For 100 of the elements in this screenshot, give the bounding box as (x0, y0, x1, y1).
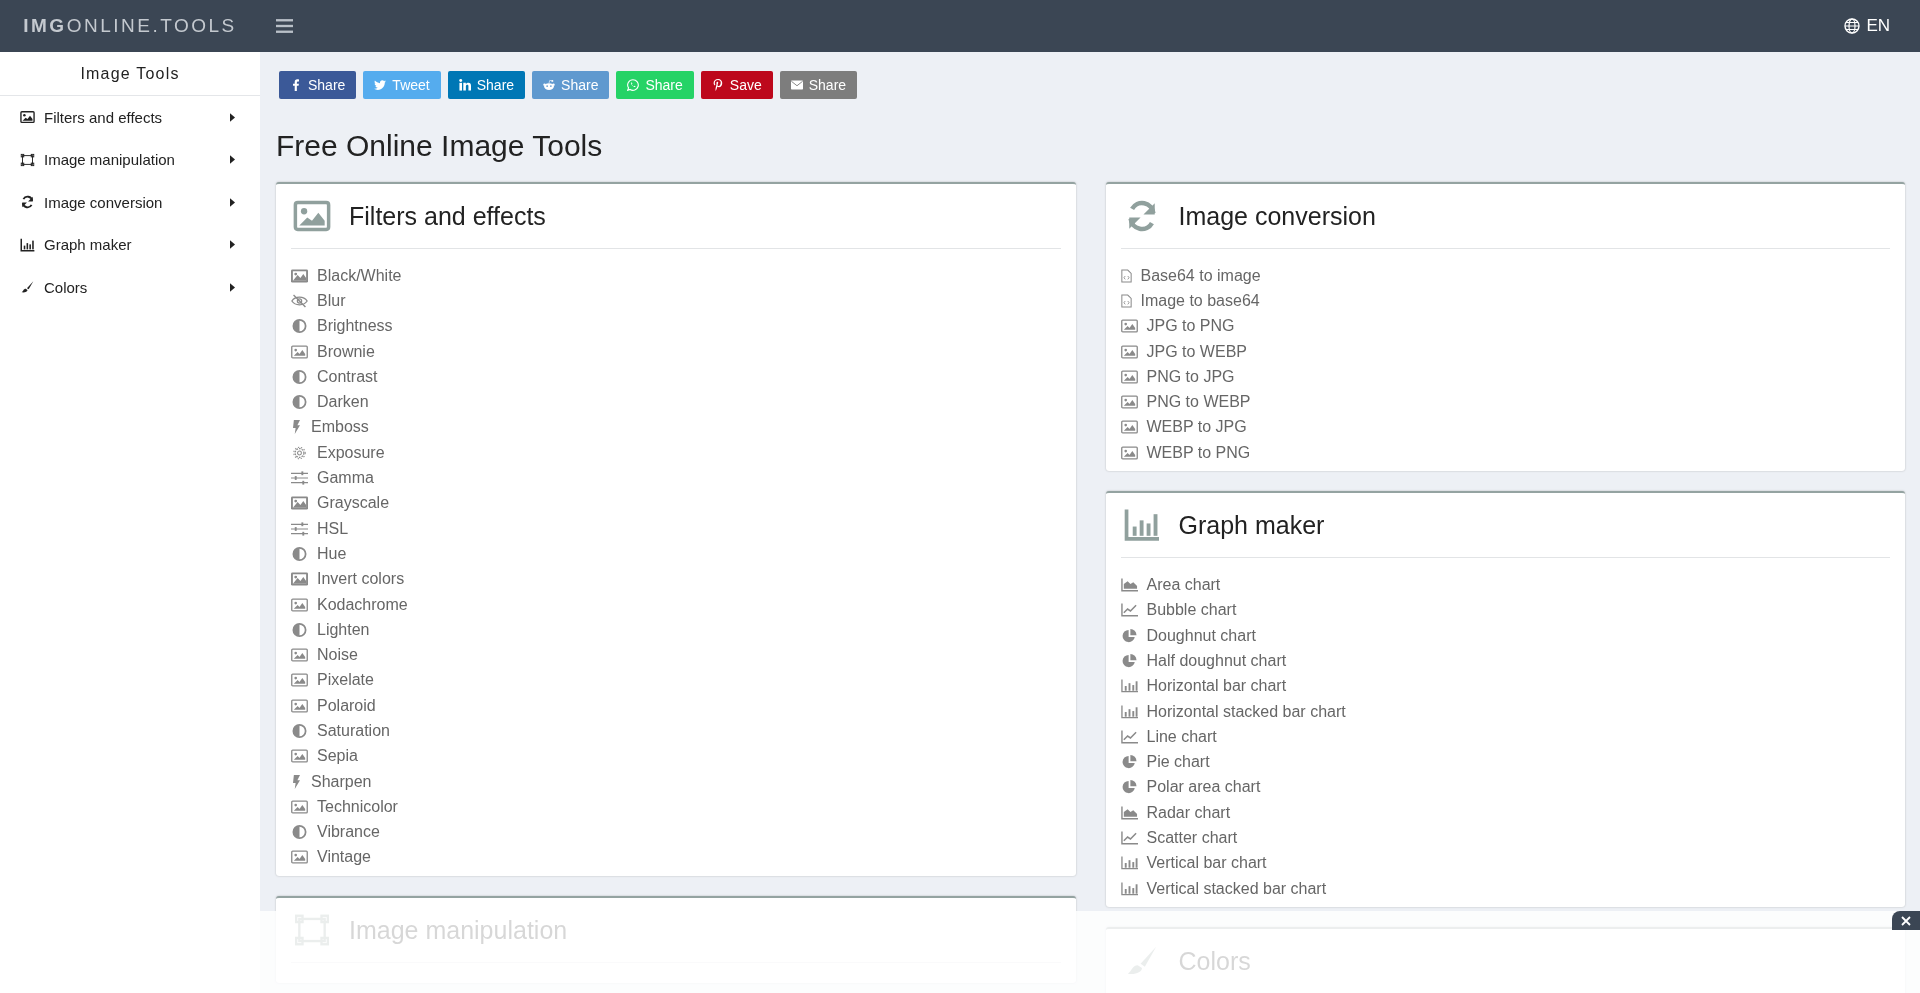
tool-link[interactable]: Brightness (291, 317, 393, 336)
contrast-icon (291, 369, 308, 384)
pie-chart-icon (1120, 628, 1138, 643)
tool-link[interactable]: Noise (291, 646, 358, 665)
tool-link[interactable]: PNG to WEBP (1120, 393, 1251, 412)
bar-chart-icon (1120, 856, 1138, 871)
share-button[interactable]: Save (700, 71, 773, 99)
bar-chart-icon (1120, 881, 1138, 896)
bolt-icon (291, 420, 302, 435)
bar-chart-icon (1120, 679, 1138, 694)
tool-link[interactable]: Exposure (291, 443, 385, 462)
tool-link[interactable]: Polaroid (291, 696, 376, 715)
image-icon (1120, 445, 1138, 460)
tool-link[interactable]: Invert colors (291, 570, 405, 589)
bolt-icon (291, 774, 302, 789)
line-chart-icon (1120, 831, 1138, 845)
tool-link[interactable]: Vintage (291, 848, 371, 867)
tool-link[interactable]: Saturation (291, 722, 390, 740)
area-chart-icon (1120, 578, 1138, 592)
tool-link[interactable]: JPG to WEBP (1120, 342, 1247, 361)
tool-link[interactable]: Sepia (291, 747, 358, 766)
tool-link[interactable]: Scatter chart (1120, 829, 1238, 847)
tool-link[interactable]: Hue (291, 544, 347, 563)
tool-link[interactable]: Black/White (291, 266, 402, 285)
image-icon (1120, 319, 1138, 334)
file-code-icon (1120, 268, 1132, 283)
tool-link[interactable]: Polar area chart (1120, 778, 1261, 797)
tool-link[interactable]: PNG to JPG (1120, 367, 1235, 386)
tool-link[interactable]: Pie chart (1120, 753, 1210, 772)
gear-icon (291, 445, 308, 460)
bird-icon (374, 79, 387, 91)
tool-link[interactable]: Radar chart (1120, 803, 1231, 822)
tool-link[interactable]: Darken (291, 393, 369, 412)
share-button[interactable]: Share (279, 71, 357, 99)
caret-right-icon (230, 282, 235, 292)
image-icon (291, 344, 308, 359)
tool-link[interactable]: Kodachrome (291, 595, 408, 614)
tool-link[interactable]: Contrast (291, 367, 378, 386)
tool-link[interactable]: Brownie (291, 342, 375, 361)
sidebar-item[interactable]: Image manipulation (0, 138, 260, 181)
image-icon (1120, 369, 1138, 384)
tool-link[interactable]: Area chart (1120, 576, 1221, 594)
tool-link[interactable]: Base64 to image (1120, 266, 1261, 285)
image-icon (291, 698, 308, 713)
tool-link[interactable]: WEBP to PNG (1120, 443, 1251, 462)
tool-link[interactable]: Horizontal stacked bar chart (1120, 702, 1346, 721)
card-title[interactable]: Image conversion (1178, 201, 1376, 231)
pie-chart-icon (1120, 755, 1138, 770)
sidebar-item[interactable]: Graph maker (0, 223, 260, 266)
tool-link[interactable]: Lighten (291, 620, 370, 639)
sliders-icon (291, 471, 308, 485)
tool-link[interactable]: Horizontal bar chart (1120, 677, 1287, 696)
tool-link[interactable]: Vibrance (291, 823, 380, 842)
sidebar-item[interactable]: Colors (0, 266, 260, 309)
tool-link[interactable]: Blur (291, 291, 346, 310)
sidebar-item[interactable]: Image conversion (0, 181, 260, 224)
close-icon (1901, 915, 1911, 926)
card-title[interactable]: Graph maker (1178, 510, 1325, 540)
caret-right-icon (230, 112, 235, 122)
share-button[interactable]: Share (532, 71, 610, 99)
tool-link[interactable]: Gamma (291, 469, 374, 487)
share-button[interactable]: Share (447, 71, 526, 99)
image-icon (291, 572, 308, 587)
image-icon (1120, 395, 1138, 410)
tool-link[interactable]: WEBP to JPG (1120, 418, 1247, 437)
bar-chart-icon (20, 237, 35, 252)
chat-phone-icon (627, 79, 640, 91)
tool-link[interactable]: HSL (291, 519, 349, 538)
tool-link[interactable]: Vertical bar chart (1120, 854, 1267, 873)
tool-link[interactable]: Bubble chart (1120, 601, 1237, 620)
image-icon (291, 597, 308, 612)
tool-link[interactable]: Pixelate (291, 671, 374, 690)
image-icon (291, 850, 308, 865)
language-button[interactable]: EN (1838, 15, 1896, 37)
contrast-icon (291, 825, 308, 840)
tool-link[interactable]: Vertical stacked bar chart (1120, 879, 1327, 898)
sidebar-title: Image Tools (0, 52, 260, 96)
close-button[interactable] (1892, 911, 1920, 930)
caret-right-icon (230, 155, 235, 165)
page-title: Free Online Image Tools (276, 129, 604, 163)
brush-icon (20, 280, 35, 295)
card-title[interactable]: Filters and effects (349, 201, 546, 231)
site-logo[interactable]: IMGONLINE.TOOLS (0, 15, 260, 37)
contrast-icon (291, 724, 308, 738)
crop-frame-icon (20, 152, 35, 167)
tool-link[interactable]: Sharpen (291, 772, 372, 791)
tool-link[interactable]: JPG to PNG (1120, 317, 1235, 336)
tool-link[interactable]: Image to base64 (1120, 291, 1260, 310)
share-button[interactable]: Share (779, 71, 858, 99)
caret-right-icon (230, 197, 235, 207)
tool-link[interactable]: Technicolor (291, 797, 398, 816)
tool-link[interactable]: Half doughnut chart (1120, 651, 1287, 670)
tool-link[interactable]: Line chart (1120, 727, 1217, 746)
envelope-icon (790, 79, 803, 91)
tool-link[interactable]: Grayscale (291, 494, 390, 513)
tool-link[interactable]: Doughnut chart (1120, 626, 1256, 645)
contrast-icon (291, 395, 308, 410)
sidebar-item[interactable]: Filters and effects (0, 96, 260, 139)
eye-slash-icon (291, 293, 308, 308)
tool-link[interactable]: Emboss (291, 418, 369, 437)
